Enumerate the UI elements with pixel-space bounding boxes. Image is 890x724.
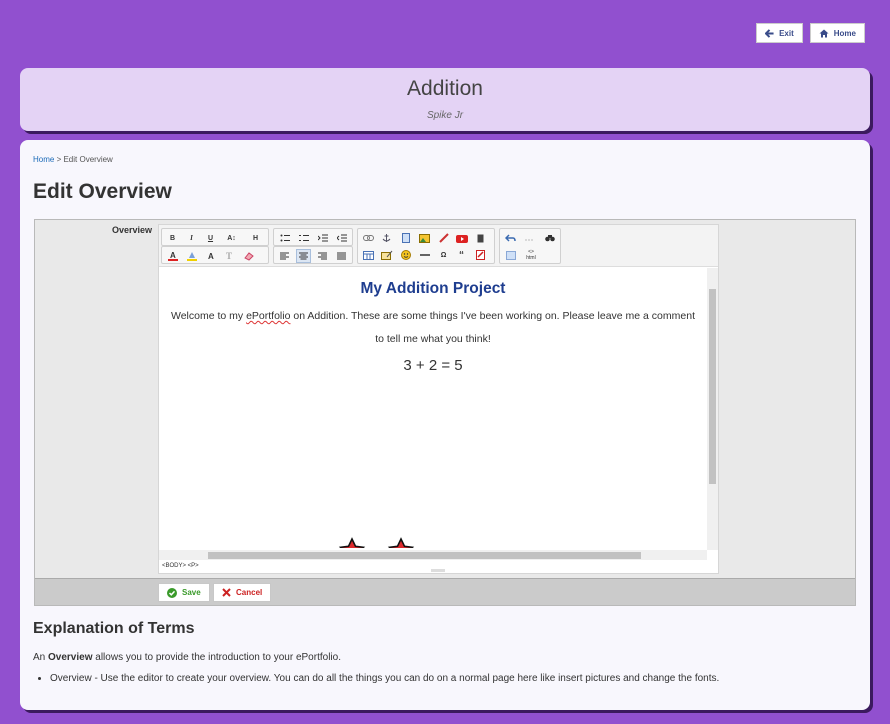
vertical-scroll-thumb[interactable] xyxy=(709,289,716,484)
header-panel: Addition Spike Jr xyxy=(20,68,870,131)
star-icon xyxy=(388,538,414,548)
editor-content[interactable]: My Addition Project Welcome to my ePortf… xyxy=(159,268,707,550)
align-justify-icon[interactable] xyxy=(334,249,349,263)
bold-button[interactable]: B xyxy=(165,231,180,245)
breadcrumb-home-link[interactable]: Home xyxy=(33,155,54,164)
portfolio-owner: Spike Jr xyxy=(426,110,464,121)
breadcrumb: Home > Edit Overview xyxy=(33,155,113,164)
star-icon xyxy=(339,538,365,548)
image-icon[interactable] xyxy=(417,231,432,245)
home-button[interactable]: Home xyxy=(809,23,865,43)
toolbar-group-align xyxy=(273,246,353,264)
misspelled-word: ePortfolio xyxy=(246,310,291,322)
vertical-scrollbar[interactable] xyxy=(707,268,718,550)
highlight-icon[interactable] xyxy=(184,249,199,263)
toolbar-group-lists xyxy=(273,228,353,246)
table-icon[interactable] xyxy=(361,248,376,262)
rich-text-editor: B I U A↕ H Ω “ <> html A A T My Addition… xyxy=(158,224,719,574)
media-icon[interactable] xyxy=(473,231,488,245)
toolbar-group-insert: Ω “ xyxy=(357,228,495,264)
document-icon[interactable] xyxy=(398,231,413,245)
toolbar-group-color: A A T xyxy=(161,246,269,264)
x-icon xyxy=(222,588,231,597)
text-color-icon[interactable]: A xyxy=(165,249,180,263)
italic-button[interactable]: I xyxy=(184,231,199,245)
redo-icon[interactable] xyxy=(522,231,537,245)
overview-field-label: Overview xyxy=(112,225,153,235)
top-nav: Exit Home xyxy=(756,23,865,43)
page-title: Edit Overview xyxy=(33,180,172,203)
align-center-icon[interactable] xyxy=(296,249,311,263)
explanation-list: Overview - Use the editor to create your… xyxy=(33,673,719,684)
pdf-icon[interactable] xyxy=(473,248,488,262)
cancel-label: Cancel xyxy=(236,588,263,597)
horizontal-rule-icon[interactable] xyxy=(417,248,432,262)
welcome-text-before: Welcome to my xyxy=(171,310,247,322)
emoticon-icon[interactable] xyxy=(398,248,413,262)
save-button[interactable]: Save xyxy=(158,583,210,602)
edit-embed-icon[interactable] xyxy=(379,248,394,262)
list-item: Overview - Use the editor to create your… xyxy=(50,673,719,684)
editor-toolbar: B I U A↕ H Ω “ <> html A A T xyxy=(159,225,718,267)
svg-text:T: T xyxy=(226,251,232,261)
numbered-list-icon[interactable] xyxy=(296,231,311,245)
cancel-button[interactable]: Cancel xyxy=(213,583,272,602)
welcome-paragraph: Welcome to my ePortfolio on Addition. Th… xyxy=(159,310,707,322)
main-panel: Home > Edit Overview Edit Overview Overv… xyxy=(20,140,870,710)
breadcrumb-current: Edit Overview xyxy=(63,155,113,164)
youtube-icon[interactable] xyxy=(454,231,469,245)
link-icon[interactable] xyxy=(361,231,376,245)
home-label: Home xyxy=(833,28,856,38)
blockquote-button[interactable]: “ xyxy=(454,248,469,262)
home-icon xyxy=(819,29,829,37)
overview-form: Overview B I U A↕ H Ω “ <> html A A T My… xyxy=(34,219,856,606)
explanation-intro: An Overview allows you to provide the in… xyxy=(33,652,341,663)
find-replace-icon[interactable] xyxy=(542,231,557,245)
intro-term: Overview xyxy=(48,652,93,663)
exit-label: Exit xyxy=(779,28,794,38)
arrow-left-icon xyxy=(765,28,774,38)
draw-icon[interactable] xyxy=(436,231,451,245)
eraser-icon[interactable] xyxy=(241,249,256,263)
html-source-bottom: html xyxy=(526,255,536,261)
underline-button[interactable]: U xyxy=(203,231,218,245)
undo-icon[interactable] xyxy=(503,231,518,245)
heading-dropdown[interactable]: H xyxy=(246,231,265,245)
resize-grip[interactable] xyxy=(431,569,445,572)
clear-format-icon[interactable]: T xyxy=(222,249,237,263)
toolbar-group-format: B I U A↕ H xyxy=(161,228,269,246)
indent-icon[interactable] xyxy=(315,231,330,245)
align-left-icon[interactable] xyxy=(277,249,292,263)
html-source-button[interactable]: <> html xyxy=(522,248,540,262)
font-size-dropdown[interactable]: A↕ xyxy=(222,231,241,245)
svg-text:A: A xyxy=(170,251,176,260)
check-circle-icon xyxy=(167,587,177,598)
special-char-button[interactable]: Ω xyxy=(436,248,451,262)
welcome-text-after: on Addition. These are some things I've … xyxy=(290,310,695,322)
welcome-paragraph-continued: to tell me what you think! xyxy=(375,333,491,345)
portfolio-title: Addition xyxy=(407,77,483,100)
form-footer: Save Cancel xyxy=(35,578,855,605)
exit-button[interactable]: Exit xyxy=(756,23,803,43)
outdent-icon[interactable] xyxy=(334,231,349,245)
explanation-heading: Explanation of Terms xyxy=(33,620,195,637)
save-label: Save xyxy=(182,588,201,597)
bullet-list-icon[interactable] xyxy=(277,231,292,245)
font-family-icon[interactable]: A xyxy=(203,249,218,263)
anchor-icon[interactable] xyxy=(379,231,394,245)
svg-text:A: A xyxy=(208,252,214,261)
intro-prefix: An xyxy=(33,652,49,663)
horizontal-scroll-thumb[interactable] xyxy=(208,552,641,559)
paste-word-icon[interactable] xyxy=(503,248,518,262)
project-title: My Addition Project xyxy=(360,280,506,297)
intro-suffix: allows you to provide the introduction t… xyxy=(92,652,341,663)
align-right-icon[interactable] xyxy=(315,249,330,263)
toolbar-group-history: <> html xyxy=(499,228,561,264)
horizontal-scrollbar[interactable] xyxy=(159,550,707,560)
addition-picture xyxy=(339,538,414,548)
